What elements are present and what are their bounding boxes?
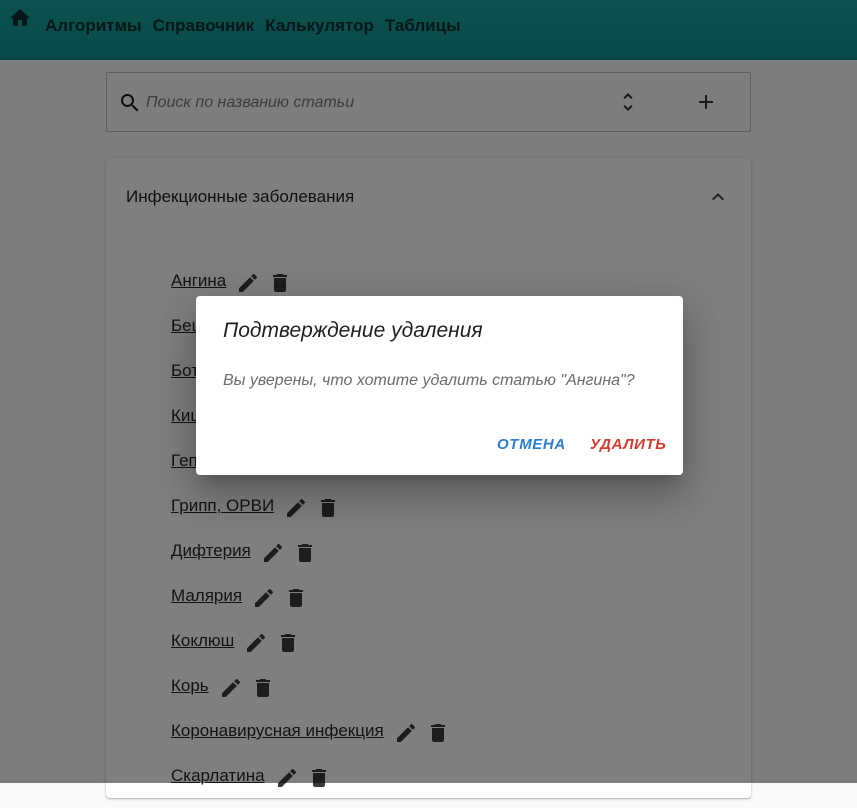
- dialog-title: Подтверждение удаления: [223, 319, 483, 342]
- delete-button[interactable]: УДАЛИТЬ: [590, 436, 667, 453]
- confirm-delete-dialog: Подтверждение удаления Вы уверены, что х…: [196, 296, 683, 475]
- dialog-message: Вы уверены, что хотите удалить статью "А…: [223, 372, 635, 389]
- cancel-button[interactable]: ОТМЕНА: [497, 436, 566, 453]
